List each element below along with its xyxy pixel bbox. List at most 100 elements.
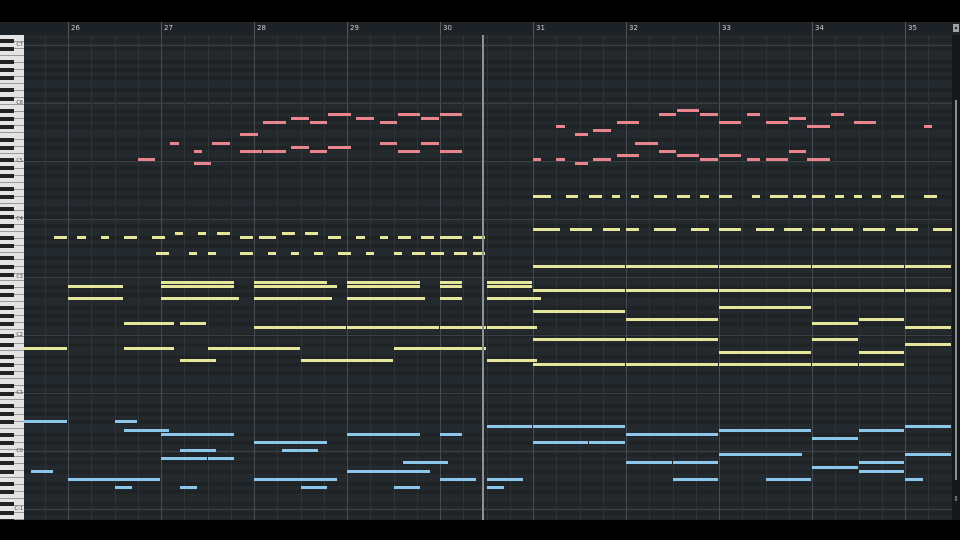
black-key[interactable] [0,96,14,101]
harmony-note[interactable] [54,235,67,239]
black-key[interactable] [0,174,14,179]
black-key[interactable] [0,256,14,261]
lead-note[interactable] [788,117,807,120]
bass-note[interactable] [533,440,588,444]
lead-note[interactable] [807,158,830,161]
lead-note[interactable] [379,141,398,145]
harmony-note[interactable] [612,194,621,198]
harmony-note[interactable] [77,235,86,239]
harmony-note[interactable] [305,231,319,235]
playhead[interactable] [481,35,484,520]
harmony-note[interactable] [161,285,235,289]
timeline-ruler[interactable]: 26 27 28 29 30 31 32 33 34 35 [0,22,960,36]
harmony-note[interactable] [421,235,435,239]
lead-note[interactable] [398,112,421,116]
harmony-note[interactable] [486,285,532,289]
harmony-note[interactable] [291,252,300,256]
lead-note[interactable] [719,121,742,125]
lead-note[interactable] [923,125,932,129]
harmony-note[interactable] [486,281,532,284]
bass-note[interactable] [858,428,904,432]
harmony-note[interactable] [812,289,904,293]
bass-note[interactable] [114,420,137,424]
harmony-note[interactable] [347,281,421,284]
harmony-note[interactable] [533,194,551,198]
harmony-note[interactable] [858,317,904,321]
harmony-note[interactable] [430,252,444,256]
harmony-note[interactable] [853,194,863,198]
black-key[interactable] [0,363,14,368]
harmony-note[interactable] [347,326,439,330]
harmony-note[interactable] [812,322,858,325]
harmony-note[interactable] [393,252,402,256]
harmony-note[interactable] [756,227,774,231]
harmony-note[interactable] [626,264,718,268]
harmony-note[interactable] [700,194,709,198]
lead-note[interactable] [853,121,877,125]
harmony-note[interactable] [207,252,216,256]
lead-note[interactable] [593,129,612,133]
harmony-note[interactable] [68,285,123,289]
black-key[interactable] [0,67,14,72]
bass-note[interactable] [626,461,672,465]
black-key[interactable] [0,59,14,64]
lead-note[interactable] [328,112,351,116]
bass-note[interactable] [393,486,421,489]
harmony-note[interactable] [179,358,216,362]
black-key[interactable] [0,502,14,507]
lead-note[interactable] [193,162,212,166]
harmony-note[interactable] [188,252,198,256]
harmony-note[interactable] [719,289,811,293]
bass-note[interactable] [626,432,718,436]
lead-note[interactable] [719,153,742,157]
black-key[interactable] [0,158,14,163]
harmony-note[interactable] [440,326,486,330]
lead-note[interactable] [137,158,156,161]
bass-note[interactable] [179,486,198,489]
bass-note[interactable] [347,432,421,436]
bass-note[interactable] [588,440,625,444]
bass-note[interactable] [672,461,718,465]
lead-note[interactable] [398,149,421,153]
black-key[interactable] [0,145,14,150]
black-key[interactable] [0,469,14,474]
black-key[interactable] [0,117,14,122]
harmony-note[interactable] [533,289,625,293]
black-key[interactable] [0,453,14,458]
black-key[interactable] [0,342,14,347]
lead-note[interactable] [556,158,565,161]
bass-note[interactable] [402,461,449,465]
black-key[interactable] [0,383,14,388]
harmony-note[interactable] [533,363,625,366]
harmony-note[interactable] [588,194,602,198]
harmony-note[interactable] [602,227,621,231]
piano-keyboard[interactable]: C7 C6 C5 C4 C3 C2 C1 C0 C-1 [0,35,24,520]
lead-note[interactable] [170,141,179,145]
harmony-note[interactable] [653,194,667,198]
lead-note[interactable] [765,121,788,125]
harmony-note[interactable] [895,227,918,231]
harmony-note[interactable] [691,227,709,231]
black-key[interactable] [0,490,14,495]
bass-note[interactable] [347,469,430,473]
harmony-note[interactable] [812,264,904,268]
harmony-note[interactable] [123,235,137,239]
harmony-note[interactable] [719,305,811,309]
black-key[interactable] [0,322,14,327]
black-key[interactable] [0,461,14,466]
harmony-note[interactable] [905,326,951,330]
lead-note[interactable] [356,117,374,120]
bass-note[interactable] [486,424,532,428]
harmony-note[interactable] [161,297,240,301]
black-key[interactable] [0,47,14,52]
vertical-scrollbar[interactable] [952,35,960,520]
bass-note[interactable] [533,424,625,428]
harmony-note[interactable] [677,194,691,198]
harmony-note[interactable] [100,235,109,239]
harmony-note[interactable] [905,342,951,346]
harmony-note[interactable] [626,227,639,231]
harmony-note[interactable] [156,252,170,256]
black-key[interactable] [0,272,14,277]
harmony-note[interactable] [314,252,323,256]
harmony-note[interactable] [440,297,463,301]
